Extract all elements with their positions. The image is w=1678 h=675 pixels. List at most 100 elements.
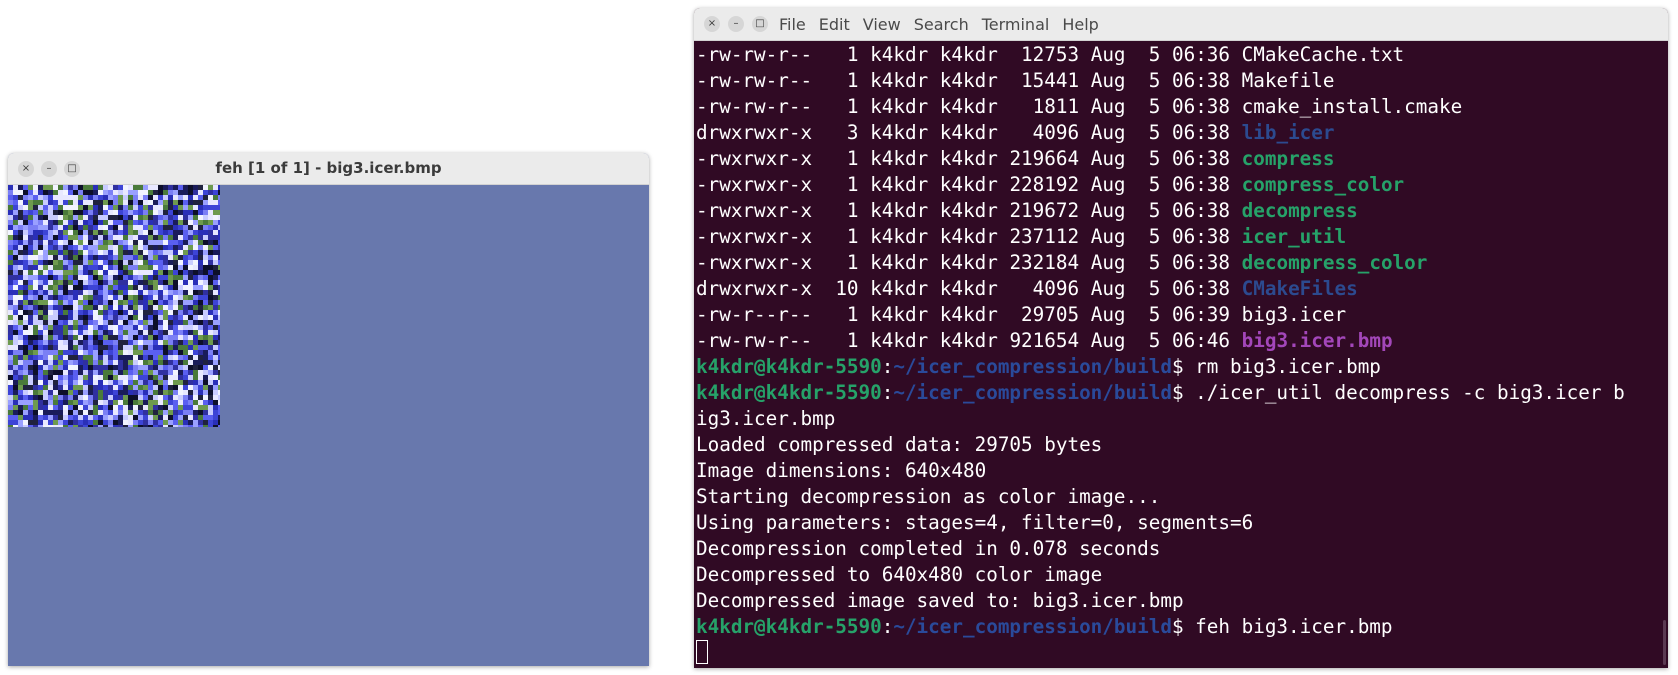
listing-owner: k4kdr [870,251,929,274]
listing-time: 06:38 [1171,251,1231,274]
listing-owner: k4kdr [870,329,929,352]
listing-links: 3 [835,121,859,144]
listing-links: 1 [835,329,859,352]
listing-filename: big3.icer [1241,303,1347,326]
listing-month: Aug [1090,329,1126,352]
listing-day: 5 [1137,121,1161,144]
terminal-line [696,640,1668,666]
close-icon[interactable]: × [704,16,720,32]
listing-filename: icer_util [1241,225,1347,248]
listing-time: 06:46 [1171,329,1231,352]
feh-titlebar[interactable]: × – □ feh [1 of 1] - big3.icer.bmp [8,153,649,185]
listing-month: Aug [1090,69,1126,92]
listing-links: 1 [835,95,859,118]
listing-links: 1 [835,251,859,274]
listing-time: 06:38 [1171,121,1231,144]
terminal-line: k4kdr@k4kdr-5590:~/icer_compression/buil… [696,615,1393,638]
terminal-output[interactable]: -rw-rw-r-- 1 k4kdr k4kdr 12753 Aug 5 06:… [696,41,1668,668]
listing-size: 232184 [1009,251,1080,274]
terminal-line: k4kdr@k4kdr-5590:~/icer_compression/buil… [696,355,1381,378]
listing-filename: CMakeFiles [1241,277,1358,300]
listing-month: Aug [1090,121,1126,144]
listing-size: 237112 [1009,225,1080,248]
listing-owner: k4kdr [870,95,929,118]
output-line: Decompressed to 640x480 color image [696,563,1103,586]
listing-day: 5 [1137,199,1161,222]
minimize-icon[interactable]: – [728,16,744,32]
listing-filename: CMakeCache.txt [1241,43,1405,66]
listing-filename: decompress [1241,199,1358,222]
listing-day: 5 [1137,303,1161,326]
listing-group: k4kdr [939,43,998,66]
listing-row: -rwxrwxr-x 1 k4kdr k4kdr 228192 Aug 5 06… [696,172,1668,198]
listing-month: Aug [1090,147,1126,170]
menu-edit[interactable]: Edit [819,15,850,34]
listing-group: k4kdr [939,277,998,300]
listing-size: 12753 [1009,43,1080,66]
listing-row: -rwxrwxr-x 1 k4kdr k4kdr 219664 Aug 5 06… [696,146,1668,172]
command-text: ig3.icer.bmp [696,407,836,430]
listing-perms: -rw-rw-r-- [696,329,824,352]
listing-filename: compress [1241,147,1335,170]
listing-size: 228192 [1009,173,1080,196]
listing-row: -rwxrwxr-x 1 k4kdr k4kdr 237112 Aug 5 06… [696,224,1668,250]
listing-month: Aug [1090,95,1126,118]
listing-day: 5 [1137,225,1161,248]
text-cursor [696,640,708,664]
listing-day: 5 [1137,69,1161,92]
listing-row: drwxrwxr-x 10 k4kdr k4kdr 4096 Aug 5 06:… [696,276,1668,302]
listing-row: -rw-rw-r-- 1 k4kdr k4kdr 12753 Aug 5 06:… [696,42,1668,68]
scrollbar-thumb[interactable] [1663,620,1666,665]
listing-owner: k4kdr [870,225,929,248]
listing-perms: -rw-rw-r-- [696,95,824,118]
listing-row: -rw-rw-r-- 1 k4kdr k4kdr 15441 Aug 5 06:… [696,68,1668,94]
listing-time: 06:38 [1171,69,1231,92]
decompressed-image [8,185,220,427]
terminal-titlebar[interactable]: × – □ File Edit View Search Terminal Hel… [694,8,1668,41]
menu-file[interactable]: File [779,15,806,34]
listing-size: 921654 [1009,329,1080,352]
listing-perms: -rwxrwxr-x [696,147,824,170]
listing-filename: lib_icer [1241,121,1335,144]
listing-time: 06:39 [1171,303,1231,326]
listing-month: Aug [1090,199,1126,222]
listing-time: 06:38 [1171,225,1231,248]
listing-filename: cmake_install.cmake [1241,95,1463,118]
listing-day: 5 [1137,173,1161,196]
listing-day: 5 [1137,43,1161,66]
listing-size: 15441 [1009,69,1080,92]
listing-links: 1 [835,225,859,248]
listing-perms: -rw-r--r-- [696,303,824,326]
output-line: Loaded compressed data: 29705 bytes [696,433,1103,456]
terminal-line: k4kdr@k4kdr-5590:~/icer_compression/buil… [696,381,1625,404]
menu-search[interactable]: Search [914,15,969,34]
menu-help[interactable]: Help [1062,15,1098,34]
listing-time: 06:38 [1171,95,1231,118]
directory-listing: -rw-rw-r-- 1 k4kdr k4kdr 12753 Aug 5 06:… [696,42,1668,354]
listing-group: k4kdr [939,225,998,248]
menu-view[interactable]: View [863,15,901,34]
listing-links: 10 [835,277,859,300]
listing-month: Aug [1090,225,1126,248]
listing-owner: k4kdr [870,199,929,222]
listing-group: k4kdr [939,199,998,222]
feh-image-canvas[interactable] [8,185,649,666]
terminal-line: ig3.icer.bmp [696,406,1668,432]
listing-perms: -rw-rw-r-- [696,43,824,66]
listing-day: 5 [1137,329,1161,352]
listing-owner: k4kdr [870,69,929,92]
listing-perms: -rwxrwxr-x [696,251,824,274]
listing-perms: drwxrwxr-x [696,121,824,144]
listing-time: 06:38 [1171,199,1231,222]
maximize-icon[interactable]: □ [752,16,768,32]
listing-group: k4kdr [939,329,998,352]
listing-links: 1 [835,173,859,196]
listing-owner: k4kdr [870,277,929,300]
listing-size: 1811 [1009,95,1080,118]
listing-day: 5 [1137,147,1161,170]
listing-size: 4096 [1009,277,1080,300]
listing-perms: -rw-rw-r-- [696,69,824,92]
menu-terminal[interactable]: Terminal [982,15,1050,34]
listing-row: -rwxrwxr-x 1 k4kdr k4kdr 219672 Aug 5 06… [696,198,1668,224]
listing-owner: k4kdr [870,173,929,196]
